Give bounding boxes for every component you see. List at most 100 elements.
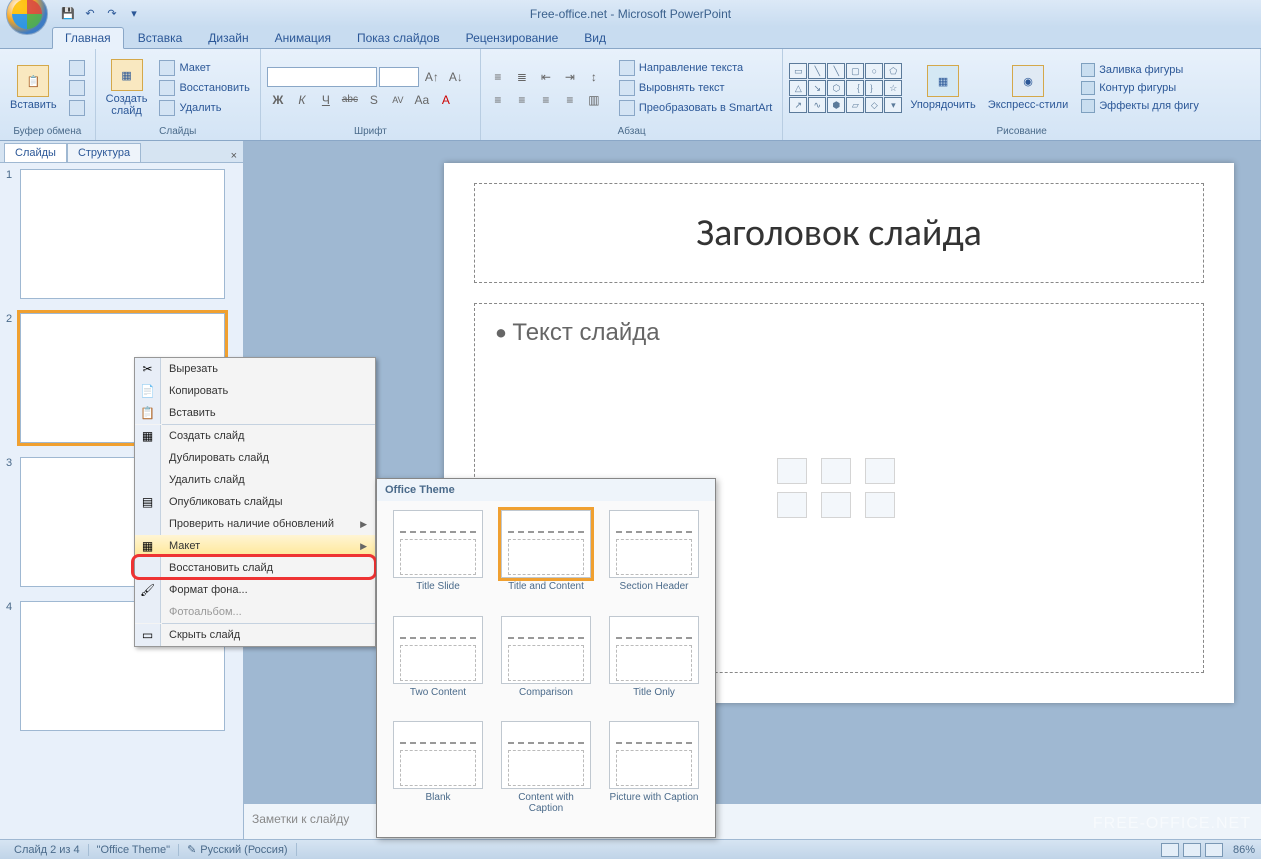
spacing-button[interactable]: AV [387, 90, 409, 110]
group-font: A↑ A↓ Ж К Ч abc S AV Aa A Шрифт [261, 49, 481, 140]
copy-button[interactable] [65, 79, 89, 97]
delete-button[interactable]: Удалить [155, 99, 253, 117]
align-center-button[interactable]: ≡ [511, 90, 533, 110]
quick-styles-button[interactable]: ◉ Экспресс-стили [984, 63, 1072, 113]
insert-table-icon[interactable] [777, 458, 807, 484]
shape-fill-button[interactable]: Заливка фигуры [1080, 62, 1200, 78]
layout-icon [159, 60, 175, 76]
bullets-button[interactable]: ≡ [487, 67, 509, 87]
columns-button[interactable]: ▥ [583, 90, 605, 110]
layout-option[interactable]: Blank [387, 718, 489, 829]
reset-button[interactable]: Восстановить [155, 79, 253, 97]
menu-item-icon [135, 557, 161, 579]
chevron-right-icon: ▶ [360, 541, 375, 552]
cut-button[interactable] [65, 59, 89, 77]
normal-view-button[interactable] [1161, 843, 1179, 857]
font-size-select[interactable] [379, 67, 419, 87]
styles-icon: ◉ [1012, 65, 1044, 97]
layout-option[interactable]: Two Content [387, 613, 489, 713]
save-icon[interactable]: 💾 [58, 4, 78, 24]
context-menu-item[interactable]: ✂Вырезать [135, 358, 375, 380]
context-menu-item[interactable]: ▤Опубликовать слайды [135, 491, 375, 513]
justify-button[interactable]: ≡ [559, 90, 581, 110]
redo-icon[interactable]: ↷ [102, 4, 122, 24]
layout-thumb [393, 616, 483, 684]
arrange-button[interactable]: ▦ Упорядочить [906, 63, 979, 113]
layout-option[interactable]: Title and Content [495, 507, 597, 607]
insert-smartart-icon[interactable] [865, 458, 895, 484]
shapes-gallery[interactable]: ▭╲╲▢○⬠ △↘⬡｛｝☆ ↗∿⬢▱◇▾ [789, 63, 902, 113]
context-menu-item[interactable]: Восстановить слайд [135, 557, 375, 579]
case-button[interactable]: Aa [411, 90, 433, 110]
tab-home[interactable]: Главная [52, 27, 124, 49]
context-menu-item[interactable]: 📋Вставить [135, 402, 375, 424]
titlebar: 💾 ↶ ↷ ▾ Free-office.net - Microsoft Powe… [0, 0, 1261, 27]
convert-smartart-button[interactable]: Преобразовать в SmartArt [615, 99, 776, 117]
context-menu-item[interactable]: 🖌Формат фона... [135, 579, 375, 601]
insert-clipart-icon[interactable] [821, 492, 851, 518]
tab-insert[interactable]: Вставка [126, 28, 195, 48]
copy-icon [69, 80, 85, 96]
align-right-button[interactable]: ≡ [535, 90, 557, 110]
slide-title-placeholder[interactable]: Заголовок слайда [474, 183, 1204, 283]
context-menu-item[interactable]: Фотоальбом... [135, 601, 375, 623]
context-menu-item[interactable]: Дублировать слайд [135, 447, 375, 469]
layout-option[interactable]: Picture with Caption [603, 718, 705, 829]
layout-option[interactable]: Title Slide [387, 507, 489, 607]
indent-inc-button[interactable]: ⇥ [559, 67, 581, 87]
tab-review[interactable]: Рецензирование [454, 28, 571, 48]
tab-animation[interactable]: Анимация [263, 28, 343, 48]
underline-button[interactable]: Ч [315, 90, 337, 110]
tab-slideshow[interactable]: Показ слайдов [345, 28, 452, 48]
menu-item-icon: ▦ [135, 535, 161, 557]
shrink-font-button[interactable]: A↓ [445, 67, 467, 87]
menu-item-icon [135, 601, 161, 623]
slideshow-view-button[interactable] [1205, 843, 1223, 857]
format-painter-button[interactable] [65, 99, 89, 117]
insert-picture-icon[interactable] [777, 492, 807, 518]
layout-option[interactable]: Content with Caption [495, 718, 597, 829]
sorter-view-button[interactable] [1183, 843, 1201, 857]
context-menu-item[interactable]: Удалить слайд [135, 469, 375, 491]
font-color-button[interactable]: A [435, 90, 457, 110]
indent-dec-button[interactable]: ⇤ [535, 67, 557, 87]
panel-close-icon[interactable]: × [231, 150, 237, 162]
tab-design[interactable]: Дизайн [196, 28, 260, 48]
context-menu-item[interactable]: Проверить наличие обновлений▶ [135, 513, 375, 535]
context-menu-item[interactable]: ▦Макет▶ [135, 535, 375, 557]
layout-option[interactable]: Title Only [603, 613, 705, 713]
tab-view[interactable]: Вид [572, 28, 618, 48]
qat-dropdown-icon[interactable]: ▾ [124, 4, 144, 24]
bold-button[interactable]: Ж [267, 90, 289, 110]
insert-chart-icon[interactable] [821, 458, 851, 484]
panel-tab-slides[interactable]: Слайды [4, 143, 67, 162]
layout-option[interactable]: Section Header [603, 507, 705, 607]
undo-icon[interactable]: ↶ [80, 4, 100, 24]
paste-button[interactable]: 📋 Вставить [6, 63, 61, 113]
line-spacing-button[interactable]: ↕ [583, 67, 605, 87]
layout-option[interactable]: Comparison [495, 613, 597, 713]
font-family-select[interactable] [267, 67, 377, 87]
slide-thumb-1[interactable] [20, 169, 225, 299]
shadow-button[interactable]: S [363, 90, 385, 110]
numbering-button[interactable]: ≣ [511, 67, 533, 87]
strike-button[interactable]: abc [339, 90, 361, 110]
align-left-button[interactable]: ≡ [487, 90, 509, 110]
align-text-button[interactable]: Выровнять текст [615, 79, 776, 97]
context-menu-item[interactable]: ▦Создать слайд [135, 425, 375, 447]
insert-media-icon[interactable] [865, 492, 895, 518]
italic-button[interactable]: К [291, 90, 313, 110]
new-slide-button[interactable]: ▦ Создать слайд [102, 57, 152, 119]
grow-font-button[interactable]: A↑ [421, 67, 443, 87]
context-menu-item[interactable]: 📄Копировать [135, 380, 375, 402]
content-placeholder-icons[interactable] [777, 458, 901, 518]
layout-button[interactable]: Макет [155, 59, 253, 77]
text-direction-button[interactable]: Направление текста [615, 59, 776, 77]
new-slide-label: Создать слайд [106, 93, 148, 117]
shape-outline-button[interactable]: Контур фигуры [1080, 80, 1200, 96]
context-menu-item[interactable]: ▭Скрыть слайд [135, 624, 375, 646]
group-clipboard-label: Буфер обмена [6, 125, 89, 138]
status-language[interactable]: ✎Русский (Россия) [179, 843, 297, 856]
shape-effects-button[interactable]: Эффекты для фигу [1080, 98, 1200, 114]
panel-tab-outline[interactable]: Структура [67, 143, 141, 162]
